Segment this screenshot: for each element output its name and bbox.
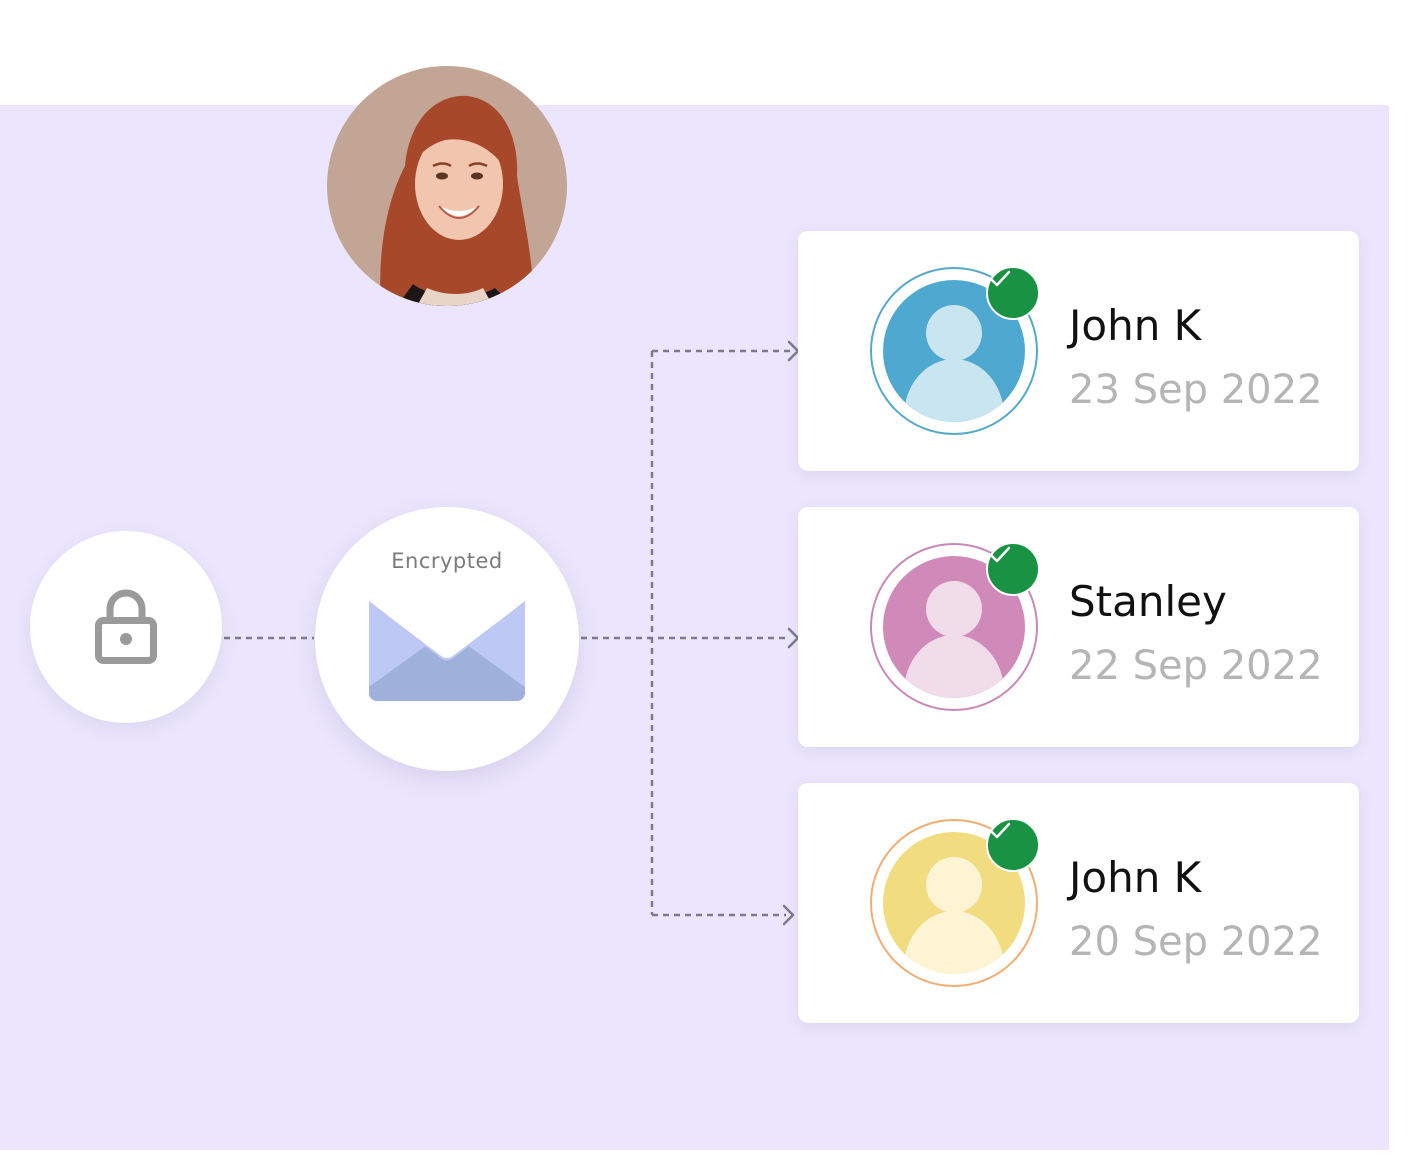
encrypted-label: Encrypted (391, 549, 503, 573)
recipient-date: 23 Sep 2022 (1069, 367, 1323, 413)
recipient-name: Stanley (1069, 577, 1227, 626)
arrowhead-top (787, 340, 800, 362)
verified-badge (986, 266, 1040, 320)
verified-badge (986, 542, 1040, 596)
recipient-date: 20 Sep 2022 (1069, 919, 1323, 965)
recipient-card[interactable]: John K 20 Sep 2022 (798, 783, 1359, 1023)
check-icon (989, 822, 1011, 839)
recipient-card[interactable]: John K 23 Sep 2022 (798, 231, 1359, 471)
encrypted-mail-node: Encrypted (315, 507, 579, 771)
recipient-avatar (869, 266, 1040, 436)
check-icon (989, 270, 1011, 287)
arrowhead-middle (787, 627, 800, 649)
lock-node (30, 531, 222, 723)
envelope-icon (369, 593, 525, 701)
verified-badge (986, 818, 1040, 872)
recipient-date: 22 Sep 2022 (1069, 643, 1323, 689)
recipient-card[interactable]: Stanley 22 Sep 2022 (798, 507, 1359, 747)
check-icon (989, 546, 1011, 563)
recipient-name: John K (1069, 301, 1202, 350)
sender-avatar (327, 66, 567, 306)
recipient-avatar (869, 818, 1040, 988)
recipient-avatar (869, 542, 1040, 712)
lock-icon (95, 589, 157, 664)
recipient-name: John K (1069, 853, 1202, 902)
